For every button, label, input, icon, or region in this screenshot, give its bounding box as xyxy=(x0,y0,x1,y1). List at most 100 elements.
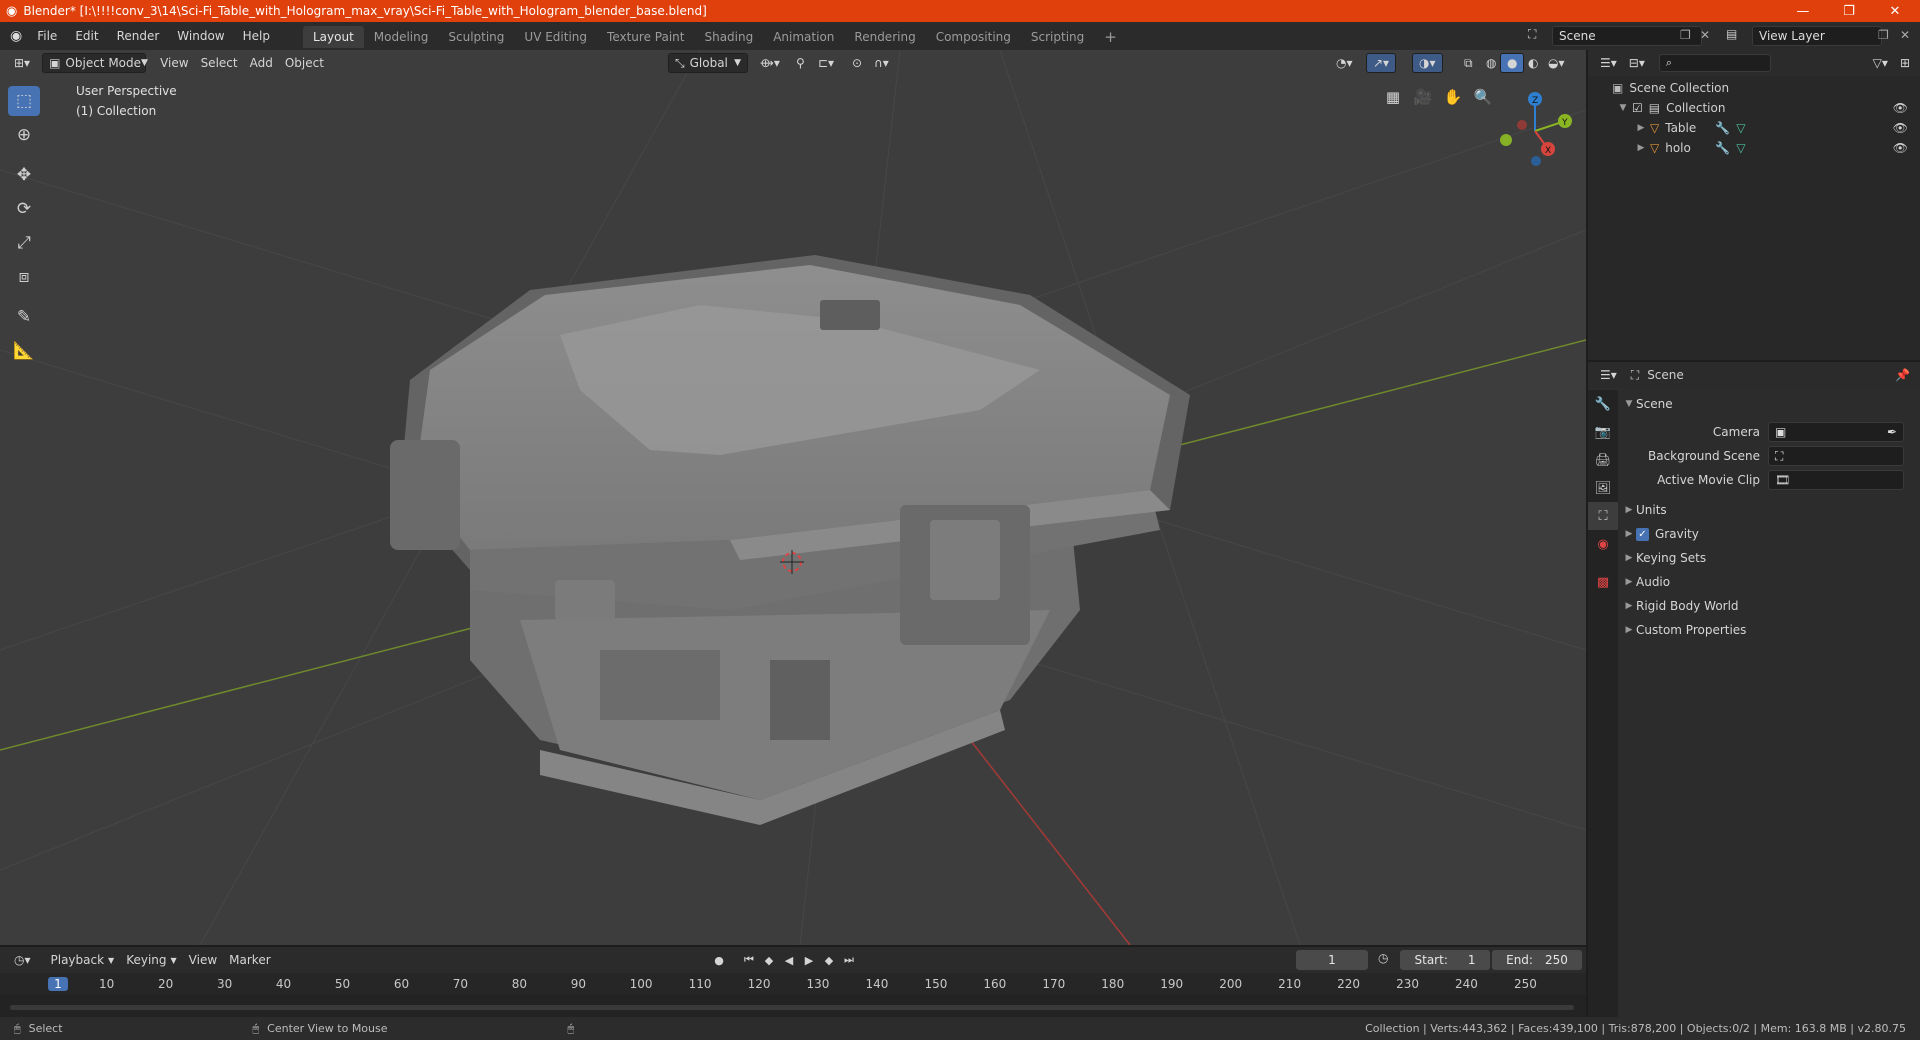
tab-animation[interactable]: Animation xyxy=(763,26,844,48)
move-icon[interactable]: ✥ xyxy=(8,160,40,190)
menu-timeline-view[interactable]: View xyxy=(183,950,223,970)
remove-scene-icon[interactable]: ✕ xyxy=(1700,28,1710,42)
menu-edit[interactable]: Edit xyxy=(66,22,107,50)
timeline-scrollbar[interactable] xyxy=(10,1005,1574,1010)
units-panel-header[interactable]: ▶ Units xyxy=(1622,498,1916,522)
tab-layout[interactable]: Layout xyxy=(302,26,364,48)
tab-shading[interactable]: Shading xyxy=(694,26,763,48)
view-layer-selector[interactable]: View Layer xyxy=(1752,26,1882,46)
add-workspace-icon[interactable]: + xyxy=(1094,26,1127,48)
output-tab-icon[interactable]: 🖨 xyxy=(1588,446,1618,474)
scene-tab-icon[interactable]: ⛶ xyxy=(1588,502,1618,530)
scene-icon[interactable]: ⛶ xyxy=(1528,27,1536,42)
gizmo-neg-y[interactable] xyxy=(1500,134,1512,146)
frame-ruler[interactable]: 1 10 20 30 40 50 60 70 80 90 100 110 120 130 140 150 160… xyxy=(0,973,1586,1017)
copy-view-layer-icon[interactable]: ❐ xyxy=(1878,28,1889,42)
keying-sets-panel-header[interactable]: ▶ Keying Sets xyxy=(1622,546,1916,570)
end-frame-field[interactable]: End: 250 xyxy=(1492,950,1582,970)
current-frame-field[interactable]: 1 xyxy=(1296,950,1368,970)
expand-triangle-icon[interactable]: ▶ xyxy=(1634,143,1648,153)
camera-view-icon[interactable]: 🎥 xyxy=(1410,84,1436,110)
scale-icon[interactable]: ⤢ xyxy=(8,228,40,258)
record-icon[interactable]: ● xyxy=(710,951,728,969)
mesh-data-icon[interactable]: ▽ xyxy=(1736,141,1745,155)
select-box-icon[interactable]: ⬚ xyxy=(8,86,40,116)
pivot-point-icon[interactable]: ⟴▾ xyxy=(754,53,786,73)
jump-end-icon[interactable]: ⏭ xyxy=(840,951,858,969)
prev-keyframe-icon[interactable]: ◆ xyxy=(760,951,778,969)
xray-icon[interactable]: ⧉ xyxy=(1458,53,1479,73)
expand-triangle-icon[interactable]: ▼ xyxy=(1622,399,1636,409)
mesh-data-icon[interactable]: ▽ xyxy=(1736,121,1745,135)
menu-marker[interactable]: Marker xyxy=(223,950,276,970)
texture-tab-icon[interactable]: ▩ xyxy=(1588,568,1618,596)
display-mode-icon[interactable]: ⊟▾ xyxy=(1623,53,1651,73)
pan-hand-icon[interactable]: ✋ xyxy=(1440,84,1466,110)
falloff-icon[interactable]: ∩▾ xyxy=(868,53,895,73)
menu-window[interactable]: Window xyxy=(168,22,233,50)
outliner-item-holo[interactable]: ▶ ▽ holo 🔧 ▽ 👁 xyxy=(1588,138,1920,158)
minimize-icon[interactable]: — xyxy=(1780,0,1826,22)
tab-compositing[interactable]: Compositing xyxy=(926,26,1021,48)
properties-editor-type-icon[interactable]: ☰▾ xyxy=(1594,365,1623,385)
tool-tab-icon[interactable]: 🔧 xyxy=(1588,390,1618,418)
transform-orientation-dropdown[interactable]: ⤡ Global ▼ xyxy=(668,53,748,73)
clock-icon[interactable]: ◷ xyxy=(1378,951,1388,965)
menu-view[interactable]: View xyxy=(154,53,194,73)
world-tab-icon[interactable]: ◉ xyxy=(1588,530,1618,558)
snap-icon[interactable]: ⚲ xyxy=(790,53,811,73)
tab-scripting[interactable]: Scripting xyxy=(1021,26,1094,48)
copy-scene-icon[interactable]: ❐ xyxy=(1680,28,1691,42)
object-visibility-icon[interactable]: ◔▾ xyxy=(1330,53,1359,73)
expand-triangle-icon[interactable]: ▶ xyxy=(1622,577,1636,587)
outliner-collection-row[interactable]: ▼ ☑ ▤ Collection 👁 xyxy=(1588,98,1920,118)
cursor-icon[interactable]: ⊕ xyxy=(8,120,40,150)
solid-shading-icon[interactable]: ● xyxy=(1500,53,1525,73)
menu-object[interactable]: Object xyxy=(279,53,330,73)
menu-help[interactable]: Help xyxy=(234,22,279,50)
view-layer-tab-icon[interactable]: 🖼 xyxy=(1588,474,1618,502)
outliner-scene-collection[interactable]: ▣ Scene Collection xyxy=(1588,78,1920,98)
outliner-search-input[interactable]: ⌕ xyxy=(1658,54,1771,72)
tab-uv-editing[interactable]: UV Editing xyxy=(514,26,597,48)
gravity-checkbox[interactable]: ✓ xyxy=(1636,527,1649,541)
annotate-icon[interactable]: ✎ xyxy=(8,302,40,332)
filter-icon[interactable]: ▽▾ xyxy=(1867,53,1894,73)
toggle-grid-icon[interactable]: ▦ xyxy=(1380,84,1406,110)
tab-sculpting[interactable]: Sculpting xyxy=(438,26,514,48)
3d-viewport[interactable]: ⊞▾ ▣ Object Mode ▼ View Select Add Objec… xyxy=(0,50,1586,945)
navigation-gizmo[interactable]: Z Y X xyxy=(1490,86,1580,166)
expand-triangle-icon[interactable]: ▶ xyxy=(1622,505,1636,515)
editor-type-icon[interactable]: ⊞▾ xyxy=(8,53,36,73)
expand-triangle-icon[interactable]: ▼ xyxy=(1616,103,1630,113)
movie-clip-field[interactable]: 🎞 xyxy=(1768,470,1904,490)
play-reverse-icon[interactable]: ◀ xyxy=(780,951,798,969)
next-keyframe-icon[interactable]: ◆ xyxy=(820,951,838,969)
transform-icon[interactable]: ⧈ xyxy=(8,262,40,292)
remove-view-layer-icon[interactable]: ✕ xyxy=(1900,28,1910,42)
menu-add[interactable]: Add xyxy=(244,53,279,73)
checkbox-icon[interactable]: ☑ xyxy=(1632,101,1643,115)
jump-start-icon[interactable]: ⏮ xyxy=(740,951,758,969)
visibility-eye-icon[interactable]: 👁 xyxy=(1893,141,1908,155)
measure-icon[interactable]: 📐 xyxy=(8,336,40,366)
timeline-editor[interactable]: ◷▾ Playback ▼ Keying ▼ View Marker ● ⏮ ◆ ◀… xyxy=(0,947,1586,1017)
camera-field[interactable]: ▣ ✒ xyxy=(1768,422,1904,442)
restore-icon[interactable]: ❐ xyxy=(1826,0,1872,22)
gizmo-neg-z[interactable] xyxy=(1531,156,1541,166)
start-frame-field[interactable]: Start: 1 xyxy=(1400,950,1490,970)
timeline-editor-type-icon[interactable]: ◷▾ xyxy=(8,950,37,970)
render-tab-icon[interactable]: 📷 xyxy=(1588,418,1618,446)
rotate-icon[interactable]: ⟳ xyxy=(8,194,40,224)
expand-triangle-icon[interactable]: ▶ xyxy=(1622,529,1636,539)
scene-panel-header[interactable]: ▼ Scene xyxy=(1622,392,1916,416)
expand-triangle-icon[interactable]: ▶ xyxy=(1622,553,1636,563)
audio-panel-header[interactable]: ▶ Audio xyxy=(1622,570,1916,594)
new-collection-icon[interactable]: ⊞ xyxy=(1894,53,1916,73)
menu-playback[interactable]: Playback ▼ xyxy=(45,950,121,970)
tab-modeling[interactable]: Modeling xyxy=(364,26,439,48)
blender-menu-icon[interactable]: ◉ xyxy=(10,28,22,44)
pin-icon[interactable]: 📌 xyxy=(1895,368,1910,382)
background-scene-field[interactable]: ⛶ xyxy=(1768,446,1904,466)
proportional-editing-icon[interactable]: ⊙ xyxy=(846,53,868,73)
